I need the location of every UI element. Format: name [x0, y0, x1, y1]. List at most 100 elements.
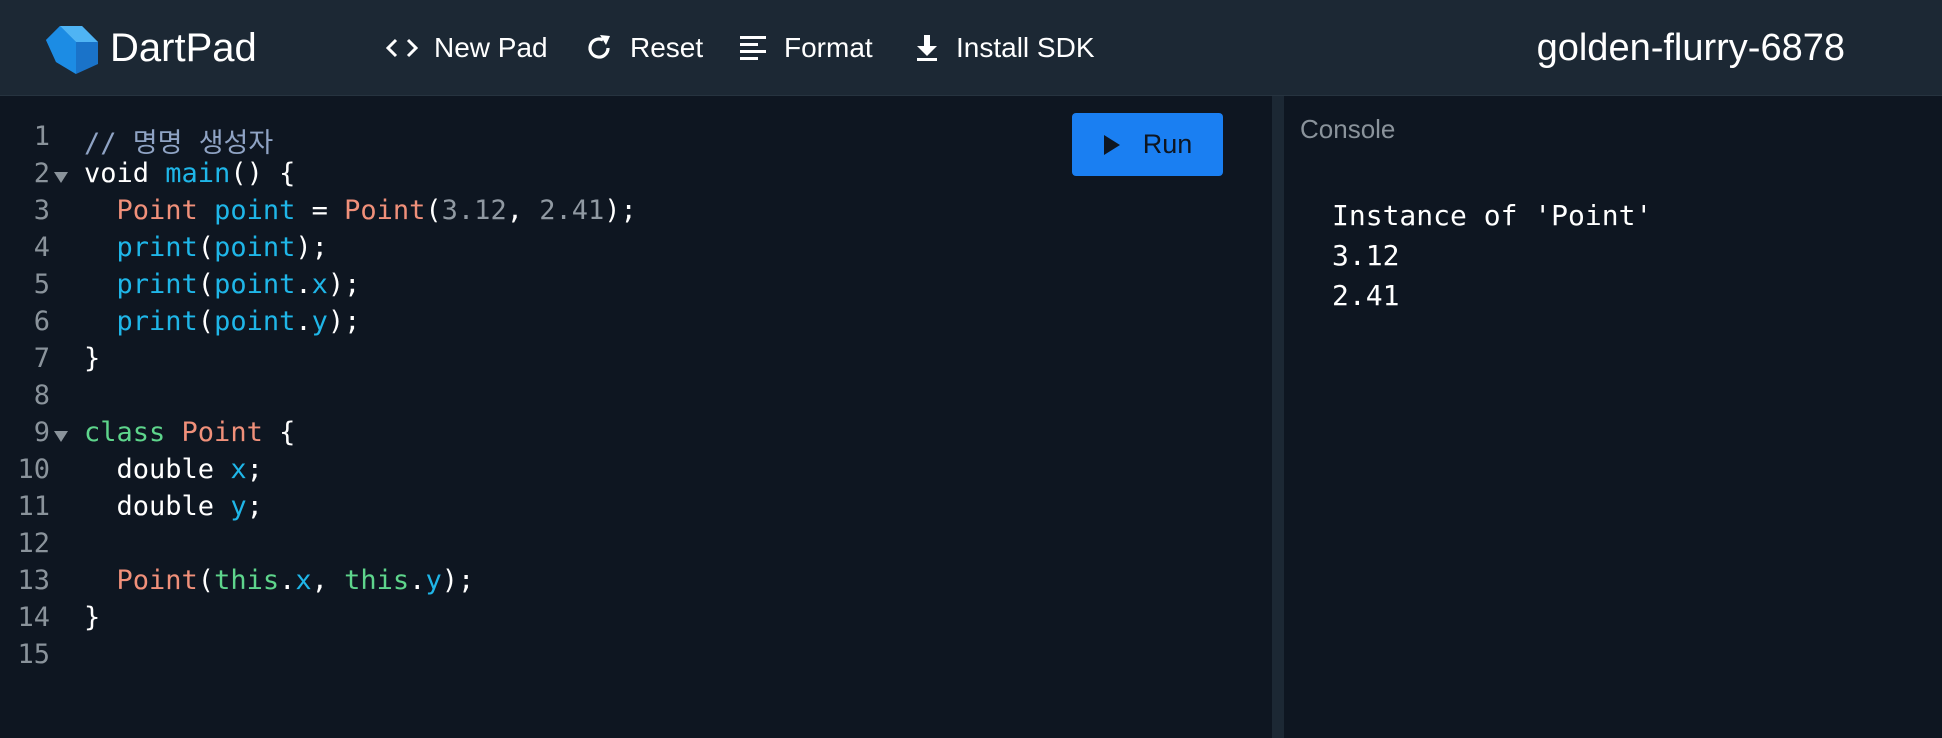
line-number: 3 — [33, 195, 50, 226]
console-output: Instance of 'Point' 3.12 2.41 — [1332, 196, 1652, 316]
code-token: point — [214, 232, 296, 263]
reset-label: Reset — [630, 32, 704, 63]
line-number: 4 — [33, 232, 50, 263]
code-text[interactable]: } — [84, 343, 100, 374]
code-token: = — [295, 195, 345, 226]
code-token: ( — [197, 306, 215, 337]
run-label: Run — [1142, 129, 1193, 159]
code-text[interactable]: void main() { — [84, 158, 295, 189]
code-token: this — [214, 565, 280, 596]
code-token: class — [84, 417, 182, 448]
code-token: x — [311, 269, 328, 300]
code-text[interactable]: Point point = Point(3.12, 2.41); — [84, 195, 637, 226]
format-button[interactable]: Format — [738, 28, 873, 68]
run-button[interactable]: Run — [1072, 113, 1223, 176]
code-brackets-icon — [386, 38, 418, 58]
console-line: Instance of 'Point' — [1332, 199, 1653, 232]
new-pad-label: New Pad — [434, 32, 548, 63]
console-label: Console — [1300, 114, 1396, 144]
code-token: double — [84, 454, 231, 485]
code-token: x — [295, 565, 312, 596]
console-line: 2.41 — [1332, 279, 1400, 312]
code-token: Point — [116, 195, 198, 226]
line-number: 9 — [33, 417, 50, 448]
code-token: () { — [230, 158, 296, 189]
line-number: 1 — [33, 121, 50, 152]
line-number: 2 — [33, 158, 50, 189]
line-number: 14 — [17, 602, 50, 633]
code-token: print — [116, 232, 198, 263]
play-icon — [1103, 134, 1120, 155]
code-token: ( — [197, 232, 215, 263]
code-text[interactable]: double x; — [84, 454, 263, 485]
code-token: . — [409, 565, 426, 596]
line-number: 13 — [17, 565, 50, 596]
code-token: ); — [327, 269, 361, 300]
code-token: point — [214, 195, 296, 226]
code-token: y — [425, 565, 442, 596]
line-number: 15 — [17, 639, 50, 670]
code-text[interactable]: print(point); — [84, 232, 328, 263]
code-token: , — [506, 195, 540, 226]
code-text[interactable]: Point(this.x, this.y); — [84, 565, 475, 596]
code-text[interactable]: print(point.y); — [84, 306, 361, 337]
code-token: ); — [295, 232, 328, 263]
install-sdk-label: Install SDK — [956, 32, 1095, 63]
code-token: . — [279, 565, 296, 596]
line-number: 11 — [17, 491, 50, 522]
line-number: 10 — [17, 454, 50, 485]
code-token: ; — [246, 491, 263, 522]
code-token: { — [262, 417, 296, 448]
line-number: 7 — [33, 343, 50, 374]
console-panel: Console Instance of 'Point' 3.12 2.41 — [1284, 96, 1942, 738]
code-token: y — [230, 491, 247, 522]
code-text[interactable]: class Point { — [84, 417, 295, 448]
refresh-icon — [588, 35, 610, 59]
align-left-icon — [740, 36, 766, 60]
panel-splitter[interactable] — [1272, 96, 1284, 738]
console-line: 3.12 — [1332, 239, 1400, 272]
code-text[interactable]: double y; — [84, 491, 263, 522]
install-sdk-button[interactable]: Install SDK — [914, 28, 1095, 68]
dart-logo-icon — [46, 26, 98, 74]
line-number: 5 — [33, 269, 50, 300]
code-text[interactable]: // 명명 생성자 — [84, 121, 273, 160]
code-token: . — [295, 269, 312, 300]
pad-name: golden-flurry-6878 — [1536, 27, 1845, 69]
code-text[interactable]: print(point.x); — [84, 269, 361, 300]
code-token: Point — [116, 565, 198, 596]
code-token: ( — [197, 269, 215, 300]
line-number: 8 — [33, 380, 50, 411]
code-token: 3.12 — [441, 195, 507, 226]
code-token: , — [311, 565, 345, 596]
code-token: } — [84, 602, 101, 633]
fold-toggle-icon[interactable] — [54, 431, 68, 442]
code-token: } — [84, 343, 101, 374]
new-pad-button[interactable]: New Pad — [386, 28, 548, 68]
reset-button[interactable]: Reset — [584, 28, 703, 68]
code-token: Point — [344, 195, 426, 226]
code-token: 2.41 — [539, 195, 605, 226]
format-label: Format — [784, 32, 873, 63]
code-token: print — [116, 306, 198, 337]
code-token: y — [311, 306, 328, 337]
download-icon — [917, 35, 937, 61]
top-bar: DartPad New Pad Reset Format Install SDK — [0, 0, 1942, 96]
code-token: // 명명 생성자 — [84, 128, 274, 159]
code-token: point — [214, 306, 296, 337]
fold-toggle-icon[interactable] — [54, 172, 68, 183]
code-token: ( — [425, 195, 442, 226]
code-text[interactable]: } — [84, 602, 100, 633]
line-number: 12 — [17, 528, 50, 559]
code-token: ); — [441, 565, 475, 596]
brand-title: DartPad — [110, 26, 257, 70]
code-token: void — [84, 158, 166, 189]
code-token: . — [295, 306, 312, 337]
code-token: this — [344, 565, 410, 596]
line-number: 6 — [33, 306, 50, 337]
